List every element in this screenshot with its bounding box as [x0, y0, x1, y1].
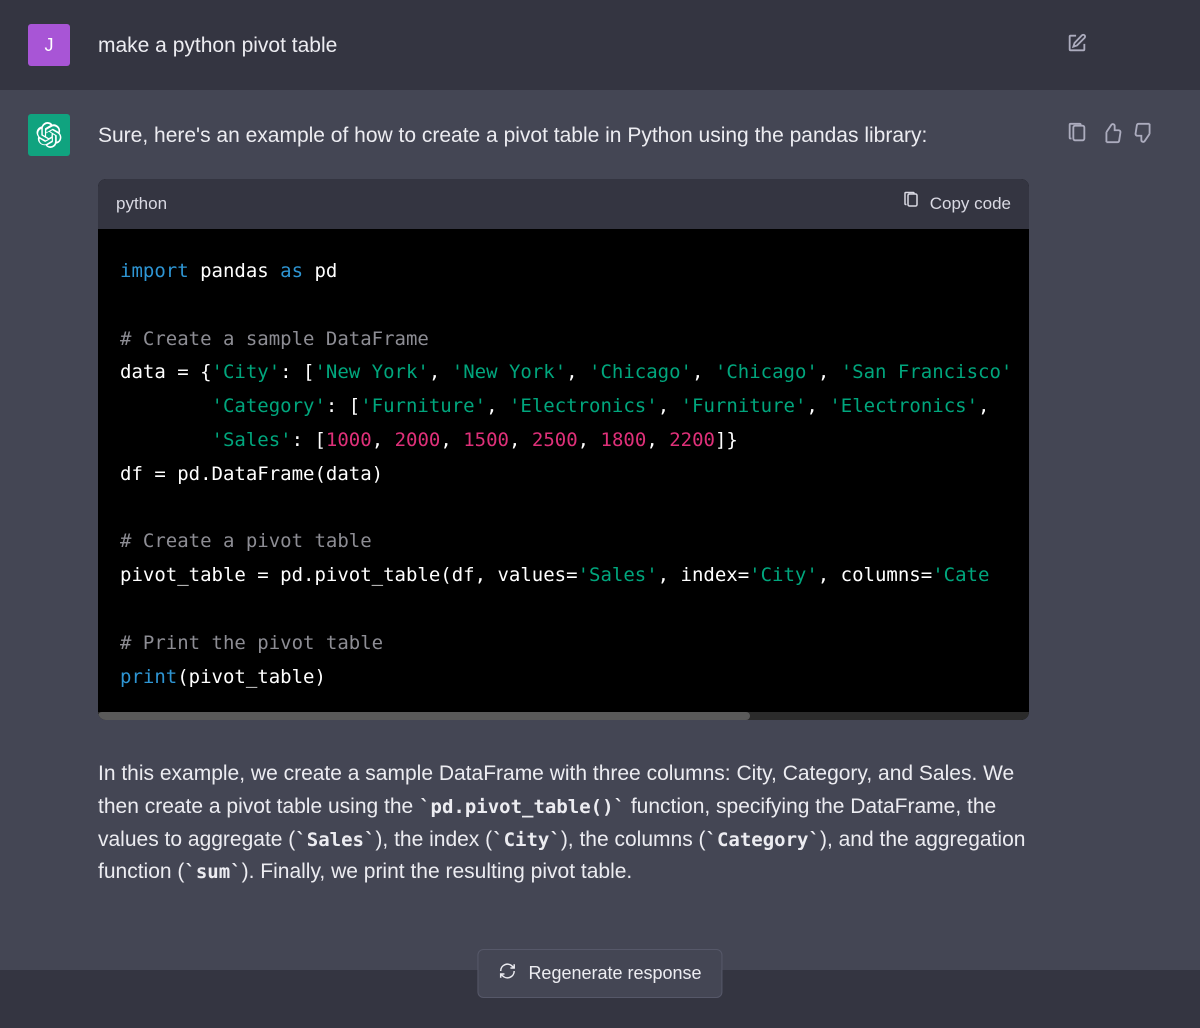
- code-lang-label: python: [116, 191, 167, 217]
- edit-icon[interactable]: [1066, 32, 1088, 54]
- scrollbar-thumb[interactable]: [98, 712, 750, 720]
- regenerate-button[interactable]: Regenerate response: [477, 949, 722, 998]
- code-header: python Copy code: [98, 179, 1029, 229]
- clipboard-icon[interactable]: [1066, 122, 1088, 144]
- avatar-letter: J: [45, 35, 54, 56]
- assistant-actions: [1066, 114, 1156, 910]
- user-avatar: J: [28, 24, 70, 66]
- user-actions: [1066, 24, 1088, 66]
- thumbs-up-icon[interactable]: [1100, 122, 1122, 144]
- clipboard-icon: [902, 191, 920, 217]
- assistant-body: Sure, here's an example of how to create…: [98, 114, 1038, 910]
- copy-code-button[interactable]: Copy code: [902, 191, 1011, 217]
- copy-code-label: Copy code: [930, 191, 1011, 217]
- assistant-explanation: In this example, we create a sample Data…: [98, 758, 1038, 888]
- code-content[interactable]: import pandas as pd # Create a sample Da…: [98, 229, 1029, 713]
- refresh-icon: [498, 962, 516, 985]
- horizontal-scrollbar[interactable]: [98, 712, 1029, 720]
- assistant-intro: Sure, here's an example of how to create…: [98, 120, 1038, 153]
- user-message-row: J make a python pivot table: [0, 0, 1200, 90]
- regenerate-label: Regenerate response: [528, 963, 701, 984]
- thumbs-down-icon[interactable]: [1134, 122, 1156, 144]
- assistant-message-row: Sure, here's an example of how to create…: [0, 90, 1200, 970]
- user-prompt: make a python pivot table: [98, 24, 1038, 66]
- code-block: python Copy code import pandas as pd # C…: [98, 179, 1029, 721]
- assistant-avatar: [28, 114, 70, 156]
